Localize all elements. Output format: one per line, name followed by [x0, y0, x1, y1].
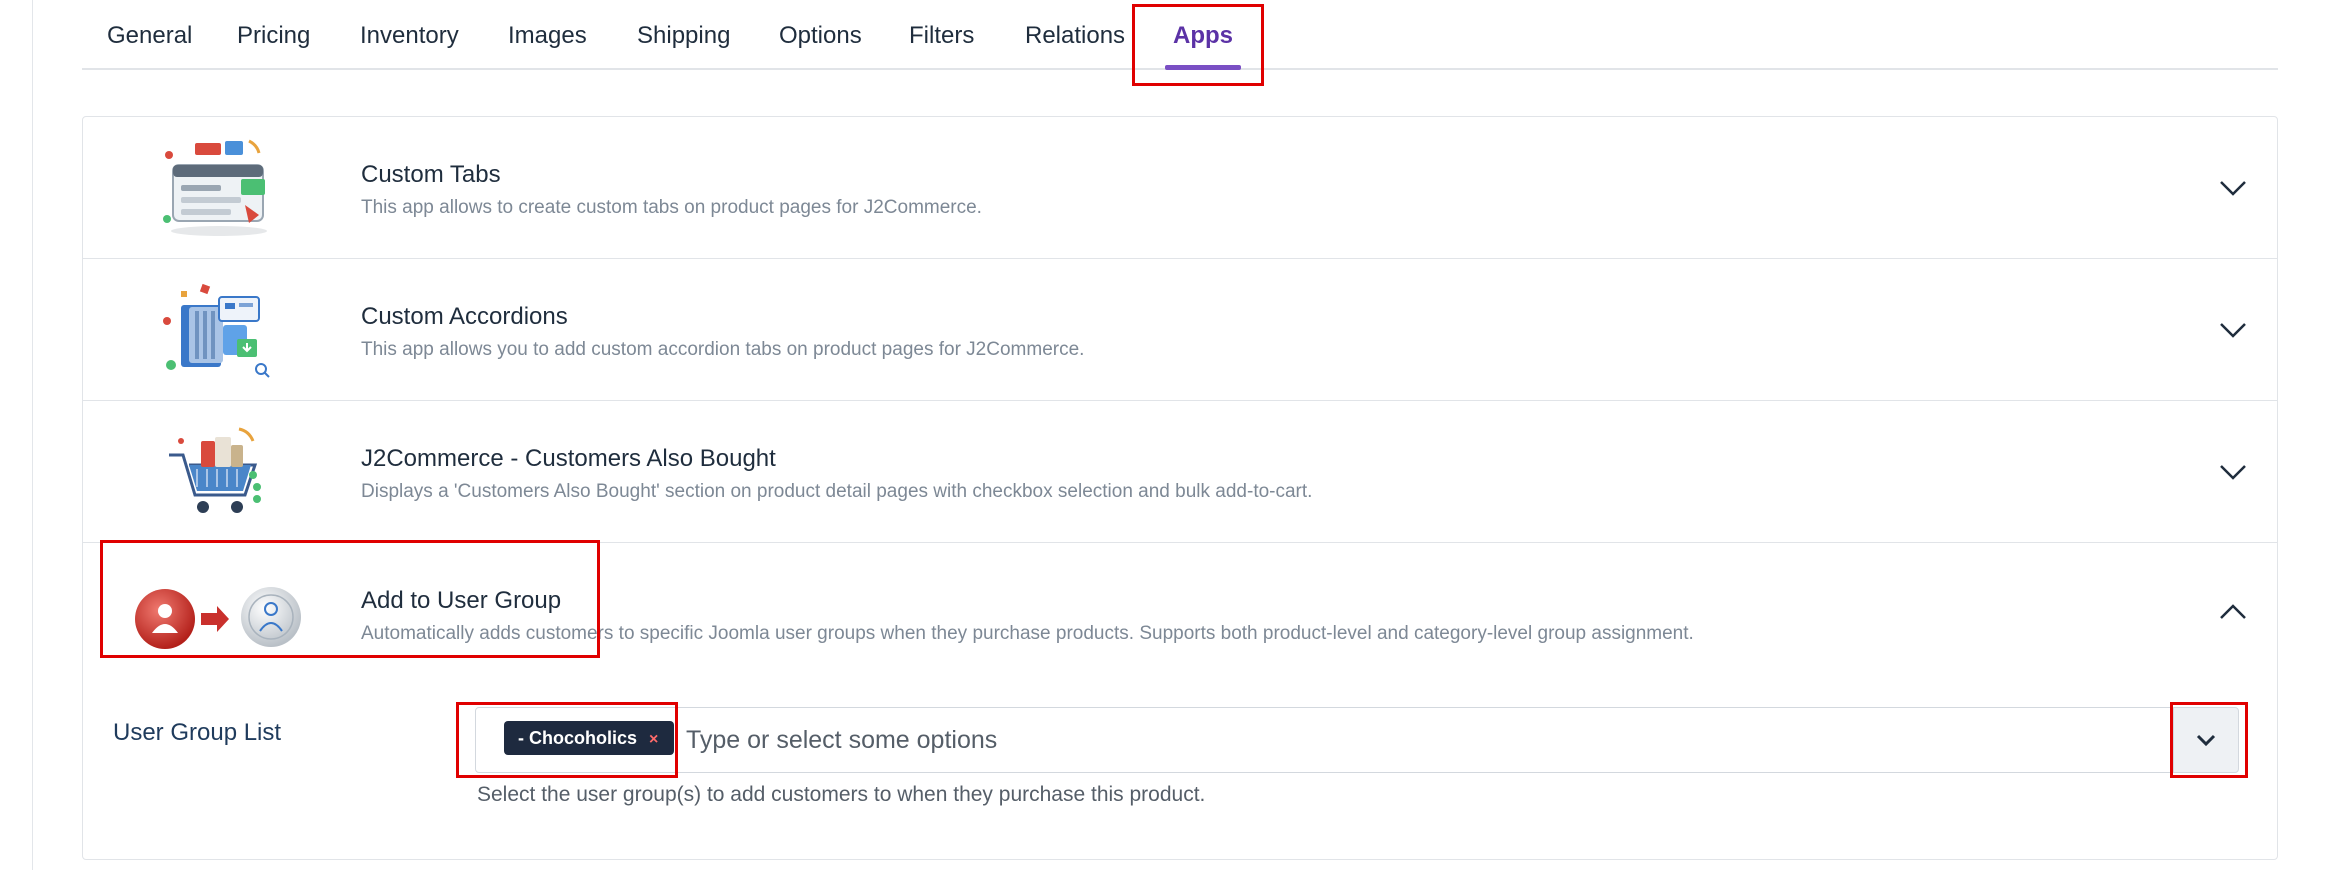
app-row-customers-also-bought[interactable]: J2Commerce - Customers Also Bought Displ…: [83, 401, 2277, 543]
app-row-custom-tabs[interactable]: Custom Tabs This app allows to create cu…: [83, 117, 2277, 259]
active-tab-underline: [1165, 65, 1241, 70]
app-title: Custom Tabs: [361, 161, 501, 188]
tab-apps-label: Apps: [1173, 22, 1233, 49]
user-group-dropdown-toggle[interactable]: [2173, 707, 2239, 773]
user-group-list-label: User Group List: [113, 719, 282, 746]
user-group-help-text: Select the user group(s) to add customer…: [477, 783, 1206, 806]
chevron-down-icon: [2196, 734, 2216, 747]
chevron-up-icon[interactable]: [2215, 595, 2251, 631]
product-tabs: General Pricing Inventory Images Shippin…: [82, 0, 2278, 70]
app-description: This app allows to create custom tabs on…: [361, 197, 982, 218]
app-title: Add to User Group: [361, 587, 562, 614]
tab-options[interactable]: Options: [779, 0, 862, 70]
selected-user-group-chip[interactable]: - Chocoholics ×: [504, 721, 675, 755]
page-left-border: [32, 0, 33, 870]
app-title: Custom Accordions: [361, 303, 568, 330]
shopping-cart-illustration-icon: [169, 427, 261, 513]
chevron-down-icon[interactable]: [2215, 169, 2251, 205]
tab-shipping[interactable]: Shipping: [637, 0, 730, 70]
tab-inventory[interactable]: Inventory: [360, 0, 459, 70]
user-group-select[interactable]: - Chocoholics ×: [475, 707, 2189, 773]
app-title: J2Commerce - Customers Also Bought: [361, 445, 776, 472]
custom-tabs-illustration-icon: [163, 139, 267, 236]
tab-filters[interactable]: Filters: [909, 0, 974, 70]
apps-list: Custom Tabs This app allows to create cu…: [82, 116, 2278, 860]
custom-accordions-illustration-icon: [163, 283, 270, 378]
app-description: Displays a 'Customers Also Bought' secti…: [361, 481, 1313, 502]
user-group-search-input[interactable]: [686, 722, 1586, 758]
tab-apps[interactable]: Apps: [1165, 0, 1241, 70]
chevron-down-icon[interactable]: [2215, 311, 2251, 347]
app-description: Automatically adds customers to specific…: [361, 623, 1694, 644]
app-row-custom-accordions[interactable]: Custom Accordions This app allows you to…: [83, 259, 2277, 401]
user-to-group-illustration-icon: [135, 587, 301, 649]
tab-pricing[interactable]: Pricing: [237, 0, 310, 70]
chevron-down-icon[interactable]: [2215, 453, 2251, 489]
chip-remove-icon[interactable]: ×: [649, 731, 658, 748]
chip-label: - Chocoholics: [518, 728, 638, 748]
app-description: This app allows you to add custom accord…: [361, 339, 1085, 360]
tab-general[interactable]: General: [107, 0, 192, 70]
tab-relations[interactable]: Relations: [1025, 0, 1125, 70]
tab-images[interactable]: Images: [508, 0, 587, 70]
app-row-add-to-user-group[interactable]: Add to User Group Automatically adds cus…: [83, 543, 2277, 685]
